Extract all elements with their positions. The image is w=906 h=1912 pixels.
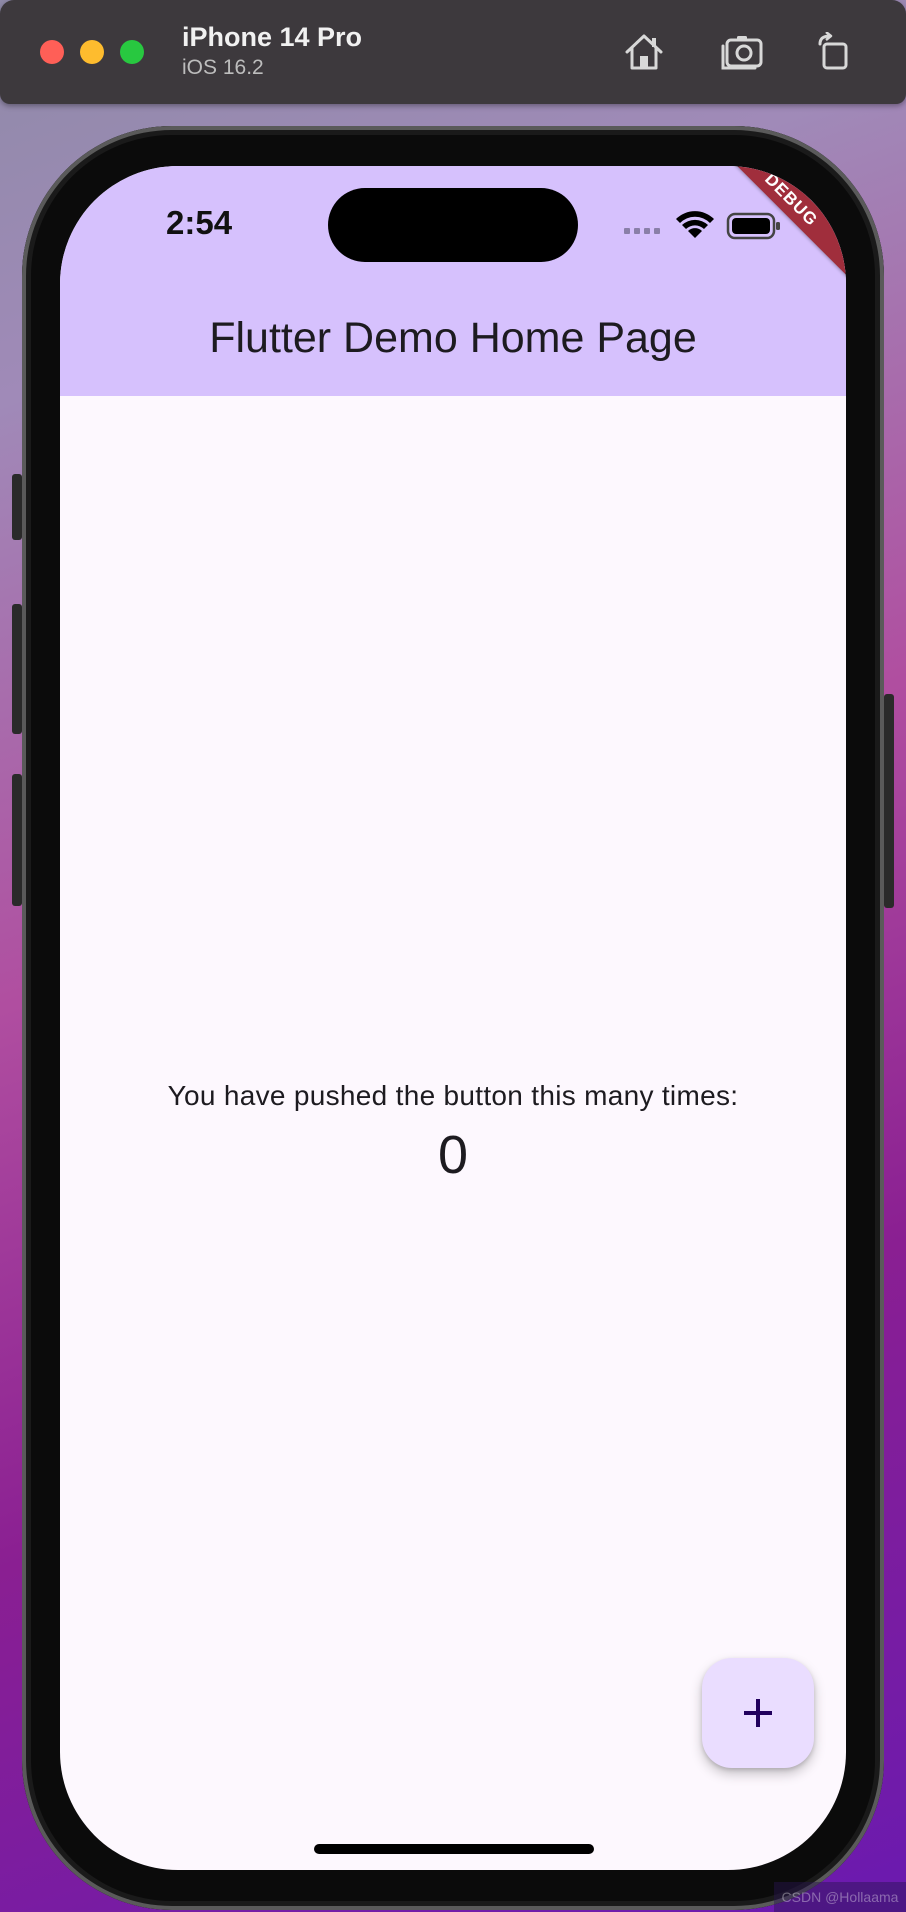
wifi-icon (676, 211, 714, 238)
rotate-button[interactable] (810, 28, 858, 76)
plus-icon (744, 1699, 772, 1727)
counter-label: You have pushed the button this many tim… (167, 1080, 739, 1111)
close-window-button[interactable] (40, 40, 64, 64)
silent-switch (12, 474, 22, 540)
app-bar: 2:54 DEBUG Flutter Demo Home Page (60, 166, 846, 396)
screenshot-button[interactable] (718, 28, 766, 76)
dynamic-island (328, 188, 578, 262)
page-title: Flutter Demo Home Page (209, 314, 697, 362)
zoom-window-button[interactable] (120, 40, 144, 64)
watermark: CSDN @Hollaama (774, 1882, 906, 1912)
home-button[interactable] (620, 28, 668, 76)
volume-up-button (12, 604, 22, 734)
minimize-window-button[interactable] (80, 40, 104, 64)
device-name: iPhone 14 Pro (182, 22, 363, 52)
battery-icon (726, 212, 780, 240)
volume-down-button (12, 774, 22, 906)
status-time: 2:54 (166, 204, 233, 241)
status-icons (624, 211, 780, 240)
home-indicator (314, 1844, 594, 1854)
screenshot-icon (721, 36, 763, 70)
cellular-signal-icon (624, 228, 660, 234)
simulator-titlebar: iPhone 14 Pro iOS 16.2 (0, 0, 906, 104)
os-version: iOS 16.2 (182, 56, 264, 79)
power-button (884, 694, 894, 908)
phone-screen: 2:54 DEBUG Flutter Demo Home Page You ha… (60, 166, 846, 1870)
increment-button[interactable] (702, 1658, 814, 1768)
home-icon (625, 34, 663, 70)
rotate-icon (818, 32, 848, 70)
counter-value: 0 (437, 1125, 469, 1185)
